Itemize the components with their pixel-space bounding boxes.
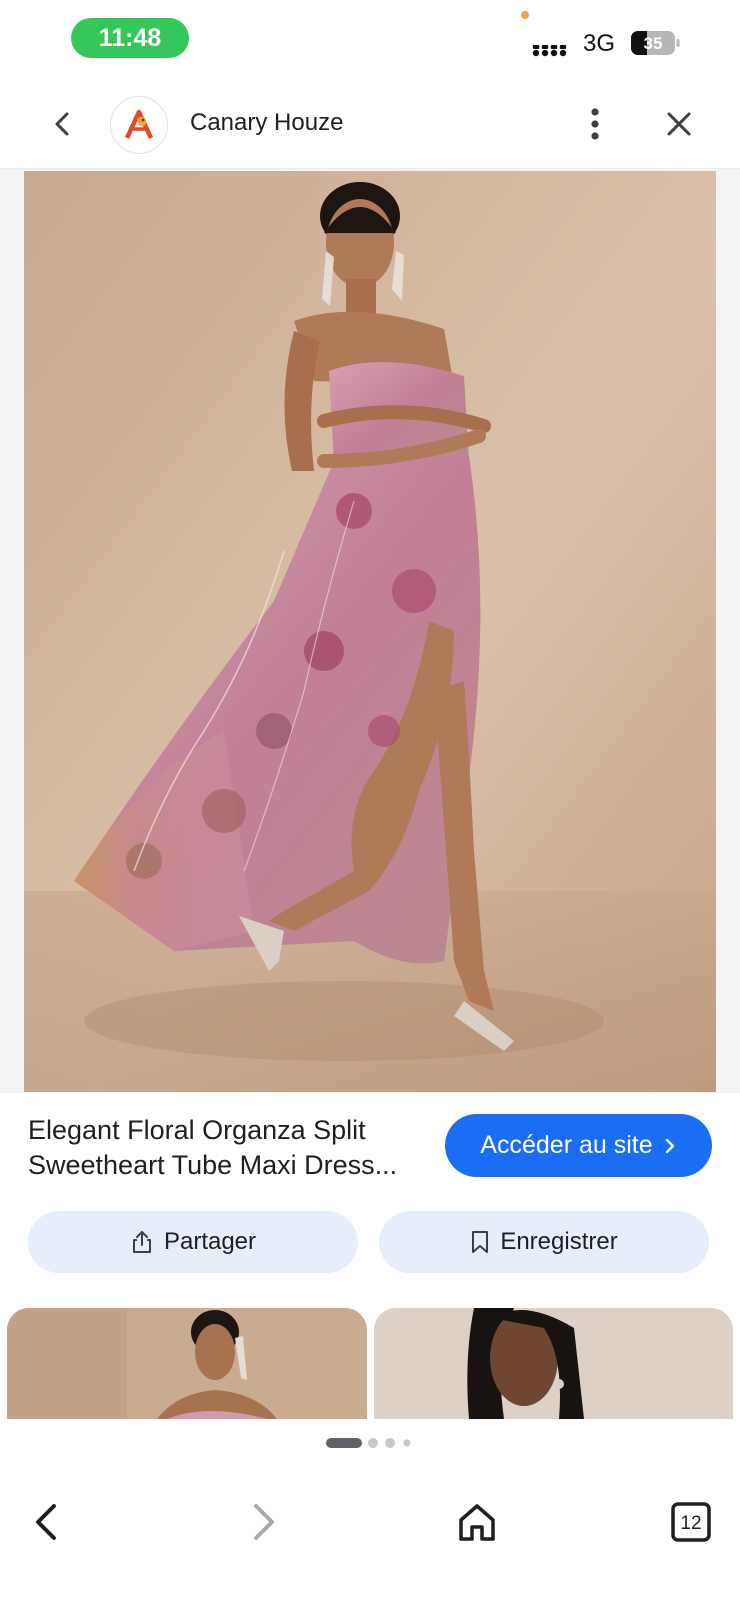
- pager-dot: [403, 1439, 411, 1447]
- product-title[interactable]: Elegant Floral Organza Split Sweetheart …: [28, 1113, 428, 1183]
- site-name[interactable]: Canary Houze: [190, 109, 343, 137]
- browser-bottom-bar: 12: [0, 1465, 740, 1600]
- product-title-line-2: Sweetheart Tube Maxi Dress...: [28, 1150, 398, 1180]
- pager-dot: [368, 1438, 378, 1448]
- battery-level: 35: [644, 34, 663, 53]
- bookmark-icon: [472, 1231, 489, 1253]
- privacy-indicator-dot: [521, 11, 529, 19]
- chevron-right-icon: [665, 1138, 674, 1153]
- battery-icon: 35: [631, 31, 680, 55]
- page-header: Canary Houze: [0, 88, 740, 169]
- share-icon: [132, 1231, 151, 1253]
- status-time: 11:48: [71, 18, 189, 58]
- home-icon[interactable]: [455, 1500, 499, 1544]
- share-label: Partager: [163, 1228, 257, 1255]
- related-photo-2: [374, 1308, 733, 1419]
- status-bar: 11:48 3G 35: [0, 0, 740, 80]
- save-button[interactable]: Enregistrer: [379, 1211, 709, 1273]
- save-label: Enregistrer: [500, 1228, 618, 1255]
- product-image[interactable]: [24, 171, 716, 1092]
- canary-logo-icon: [124, 109, 154, 139]
- visit-site-button[interactable]: Accéder au site: [445, 1114, 712, 1177]
- signal-strength-icon: [532, 45, 567, 57]
- tab-count: 12: [680, 1513, 701, 1534]
- share-button[interactable]: Partager: [28, 1211, 358, 1273]
- pager-dot: [385, 1438, 395, 1448]
- back-arrow-icon[interactable]: [26, 1500, 70, 1544]
- related-image-1[interactable]: [7, 1308, 367, 1419]
- related-photo-1: [7, 1308, 367, 1419]
- related-image-2[interactable]: [374, 1308, 733, 1419]
- image-pager: [326, 1438, 411, 1448]
- close-icon[interactable]: [661, 106, 697, 142]
- product-title-line-1: Elegant Floral Organza Split: [28, 1115, 366, 1145]
- pager-dot-active: [326, 1438, 362, 1448]
- chevron-left-icon[interactable]: [45, 106, 81, 142]
- more-vert-icon[interactable]: [578, 105, 612, 143]
- tabs-icon[interactable]: 12: [669, 1500, 713, 1544]
- network-type: 3G: [583, 30, 616, 57]
- forward-arrow-icon[interactable]: [240, 1500, 284, 1544]
- visit-site-label: Accéder au site: [480, 1131, 653, 1159]
- site-logo: [110, 96, 168, 154]
- dress-model-photo: [24, 171, 716, 1092]
